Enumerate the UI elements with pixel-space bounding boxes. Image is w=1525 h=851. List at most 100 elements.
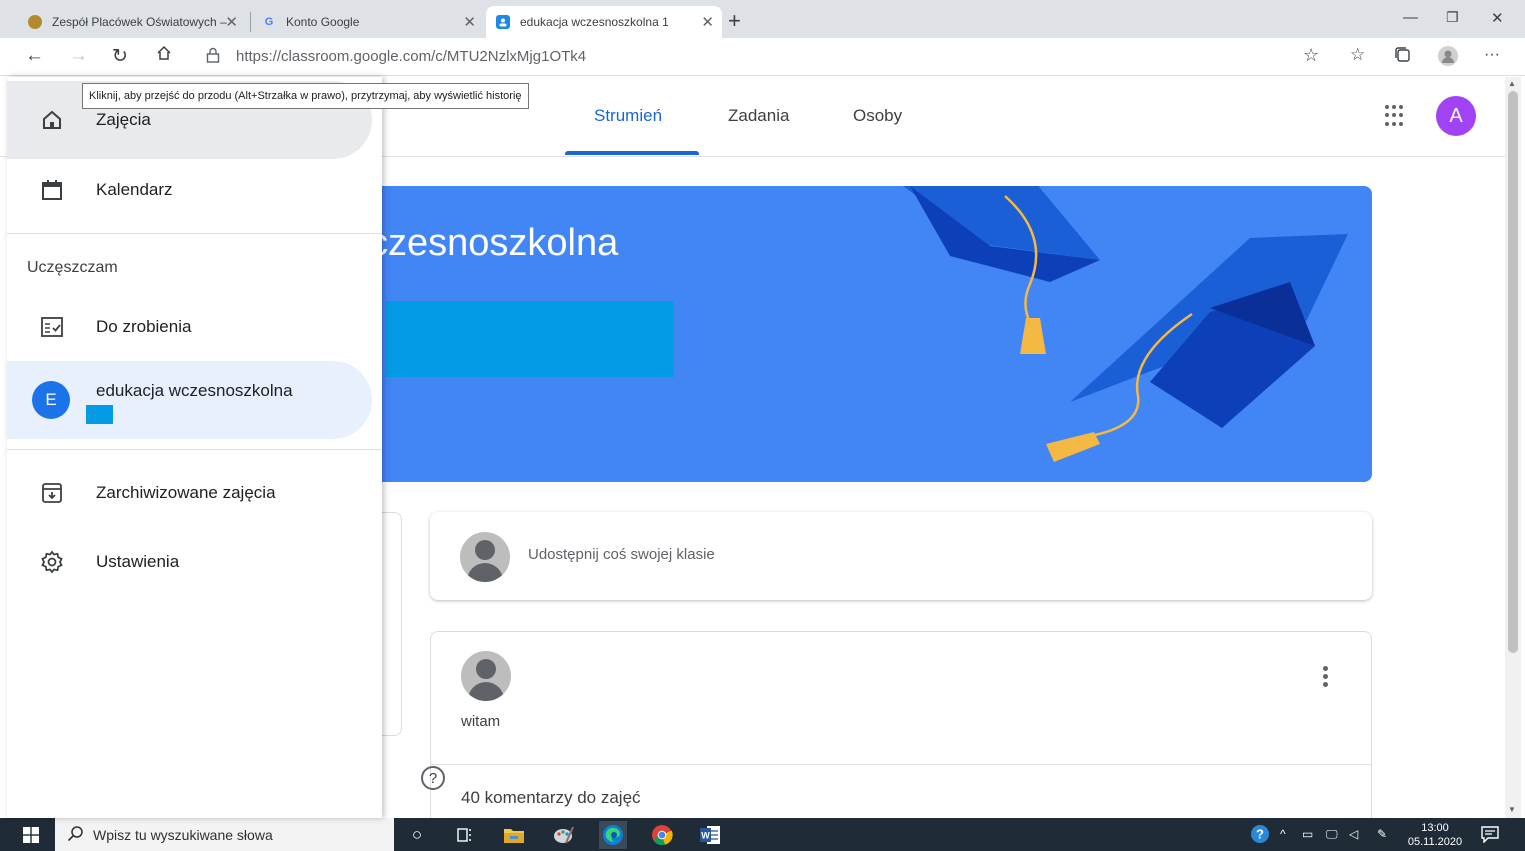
navigation-drawer: Zajęcia Kalendarz Uczęszczam Do zrobieni… — [7, 77, 382, 818]
class-comments-link[interactable]: 40 komentarzy do zajęć — [461, 788, 641, 808]
network-icon[interactable]: 🖵 — [1326, 827, 1338, 842]
tab-title: Konto Google — [286, 15, 360, 29]
pen-icon[interactable]: ✎ — [1377, 827, 1387, 841]
url-path: /c/MTU2NzlxMjg1OTk4 — [431, 48, 587, 65]
minimize-icon[interactable]: — — [1403, 9, 1418, 26]
tab-stream[interactable]: Strumień — [594, 106, 662, 126]
home-browser-icon[interactable] — [155, 44, 173, 68]
drawer-item-calendar[interactable]: Kalendarz — [7, 151, 372, 229]
edge-browser-icon[interactable] — [599, 821, 627, 849]
browser-tab-zpo[interactable]: Zespół Placówek Oświatowych – ✕ — [18, 6, 248, 38]
taskbar-search-box[interactable]: Wpisz tu wyszukiwane słowa — [55, 818, 394, 851]
battery-icon[interactable]: ▭ — [1302, 827, 1313, 841]
tab-people[interactable]: Osoby — [853, 106, 902, 126]
class-initial-avatar: E — [32, 381, 70, 419]
screen: Zespół Placówek Oświatowych – ✕ G Konto … — [0, 0, 1525, 851]
clock-date: 05.11.2020 — [1407, 836, 1463, 848]
active-tab-indicator — [565, 151, 699, 155]
chrome-icon[interactable] — [650, 823, 674, 847]
close-window-icon[interactable]: ✕ — [1491, 9, 1504, 27]
svg-text:?: ? — [1256, 827, 1264, 842]
archive-icon — [39, 480, 65, 506]
class-banner: vczesnoszkolna — [330, 186, 1372, 482]
user-avatar — [460, 532, 510, 582]
favorites-list-icon[interactable]: ☆ — [1350, 45, 1365, 65]
browser-tab-strip: Zespół Placówek Oświatowych – ✕ G Konto … — [0, 0, 1525, 38]
divider — [7, 449, 382, 450]
divider — [431, 764, 1371, 765]
stream-post: witam 40 komentarzy do zajęć — [430, 631, 1372, 831]
drawer-item-label: Zajęcia — [96, 110, 151, 129]
word-icon[interactable]: W — [698, 823, 722, 847]
show-hidden-icons-icon[interactable]: ^ — [1280, 827, 1286, 841]
paint-icon[interactable] — [551, 823, 575, 847]
school-favicon-icon — [28, 15, 42, 29]
close-tab-icon[interactable]: ✕ — [701, 13, 714, 31]
help-tray-icon[interactable]: ? — [1250, 824, 1270, 847]
address-bar[interactable]: https://classroom.google.com/c/MTU2NzlxM… — [236, 48, 586, 65]
browser-tab-google-account[interactable]: G Konto Google ✕ — [252, 6, 484, 38]
tab-title: edukacja wczesnoszkolna 1 — [520, 15, 669, 29]
scrollbar-thumb[interactable] — [1508, 91, 1518, 653]
file-explorer-icon[interactable] — [502, 823, 526, 847]
taskbar-search-placeholder: Wpisz tu wyszukiwane słowa — [93, 826, 273, 843]
drawer-item-label: Ustawienia — [96, 552, 180, 571]
search-icon — [67, 825, 84, 847]
scroll-up-icon[interactable]: ▲ — [1508, 79, 1516, 88]
back-icon[interactable]: ← — [25, 45, 44, 67]
drawer-item-archived[interactable]: Zarchiwizowane zajęcia — [7, 454, 372, 532]
collections-icon[interactable] — [1395, 47, 1411, 69]
page-scrollbar[interactable]: ▲ ▼ — [1505, 77, 1521, 818]
drawer-item-label: Do zrobienia — [96, 317, 192, 336]
more-icon[interactable]: ··· — [1484, 46, 1500, 64]
post-options-icon[interactable] — [1323, 666, 1329, 690]
account-avatar[interactable]: A — [1436, 96, 1476, 136]
drawer-item-label: Kalendarz — [96, 180, 173, 199]
post-body: witam — [461, 713, 501, 730]
share-placeholder: Udostępnij coś swojej klasie — [528, 546, 715, 563]
class-name: edukacja wczesnoszkolna — [96, 381, 293, 400]
maximize-icon[interactable]: ❐ — [1446, 9, 1459, 26]
forward-tooltip: Kliknij, aby przejść do przodu (Alt+Strz… — [82, 83, 529, 109]
refresh-icon[interactable]: ↻ — [112, 45, 128, 68]
todo-icon — [39, 314, 65, 340]
home-icon — [39, 107, 65, 133]
forward-icon[interactable]: → — [69, 45, 88, 67]
notifications-icon[interactable] — [1481, 826, 1499, 846]
url-host: https://classroom.google.com — [236, 48, 432, 65]
system-clock[interactable]: 13:00 05.11.2020 — [1402, 821, 1468, 849]
close-tab-icon[interactable]: ✕ — [463, 13, 476, 31]
class-title: vczesnoszkolna — [350, 222, 619, 264]
favorite-star-icon[interactable]: ☆ — [1303, 45, 1319, 66]
drawer-item-todo[interactable]: Do zrobienia — [7, 288, 372, 366]
close-tab-icon[interactable]: ✕ — [225, 13, 238, 31]
drawer-item-label: Zarchiwizowane zajęcia — [96, 483, 276, 502]
cortana-icon[interactable]: ○ — [405, 823, 429, 847]
browser-toolbar: ← → ↻ https://classroom.google.com/c/MTU… — [0, 38, 1525, 76]
browser-tab-classroom[interactable]: edukacja wczesnoszkolna 1 ✕ — [486, 6, 722, 38]
drawer-item-class-edukacja[interactable]: E edukacja wczesnoszkolna — [7, 361, 372, 439]
google-apps-icon[interactable] — [1385, 105, 1407, 127]
tab-classwork[interactable]: Zadania — [728, 106, 789, 126]
windows-taskbar: Wpisz tu wyszukiwane słowa ○ W ? ^ ▭ 🖵 ◁… — [0, 818, 1525, 851]
lock-icon[interactable] — [206, 47, 220, 69]
profile-icon[interactable] — [1438, 46, 1458, 72]
settings-icon — [39, 549, 65, 575]
redacted-section — [86, 405, 113, 424]
help-icon[interactable]: ? — [421, 766, 445, 790]
task-view-icon[interactable] — [453, 823, 477, 847]
svg-text:W: W — [701, 831, 710, 841]
tab-title: Zespół Placówek Oświatowych – — [52, 15, 227, 29]
calendar-icon — [39, 177, 65, 203]
new-tab-icon[interactable]: + — [728, 8, 741, 34]
enrolled-section-title: Uczęszczam — [27, 259, 118, 276]
volume-icon[interactable]: ◁ — [1349, 827, 1358, 841]
divider — [7, 233, 382, 234]
author-avatar — [461, 651, 511, 701]
drawer-item-settings[interactable]: Ustawienia — [7, 523, 372, 601]
windows-start-icon[interactable] — [7, 818, 55, 851]
share-with-class-box[interactable]: Udostępnij coś swojej klasie — [430, 512, 1372, 600]
scroll-down-icon[interactable]: ▼ — [1508, 805, 1516, 814]
google-favicon-icon: G — [264, 16, 274, 28]
tab-separator — [250, 12, 251, 32]
